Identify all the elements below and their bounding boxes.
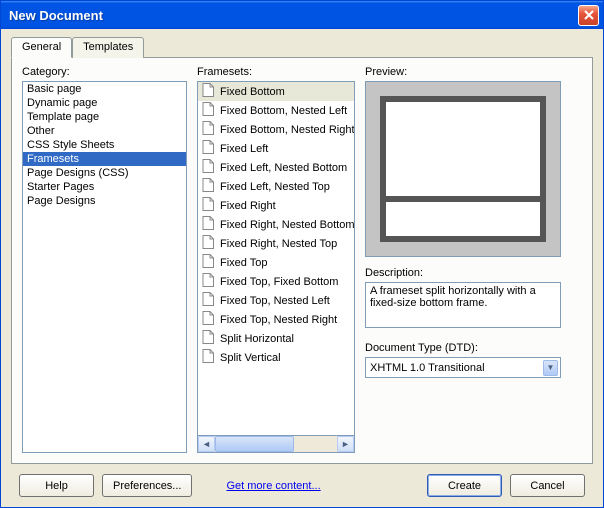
frameset-item-label: Fixed Top, Nested Left <box>220 295 330 307</box>
tab-templates[interactable]: Templates <box>72 37 144 58</box>
frameset-item-label: Fixed Right, Nested Bottom <box>220 219 355 231</box>
preview-top-frame <box>386 102 540 196</box>
frameset-item[interactable]: Fixed Left, Nested Bottom <box>198 158 354 177</box>
framesets-label: Framesets: <box>197 66 355 78</box>
frameset-item[interactable]: Fixed Bottom, Nested Right <box>198 120 354 139</box>
document-icon <box>202 197 214 214</box>
category-item[interactable]: Framesets <box>23 152 186 166</box>
frameset-item[interactable]: Fixed Top, Nested Right <box>198 310 354 329</box>
window-title: New Document <box>9 8 578 23</box>
dialog-footer: Help Preferences... Get more content... … <box>11 464 593 497</box>
frameset-item[interactable]: Fixed Bottom <box>198 82 354 101</box>
new-document-dialog: New Document General Templates Category:… <box>0 0 604 508</box>
preview-bottom-frame <box>386 202 540 236</box>
scroll-left-button[interactable]: ◄ <box>198 436 215 452</box>
document-icon <box>202 311 214 328</box>
document-icon <box>202 292 214 309</box>
frameset-item[interactable]: Fixed Left, Nested Top <box>198 177 354 196</box>
frameset-item[interactable]: Fixed Top, Fixed Bottom <box>198 272 354 291</box>
document-icon <box>202 254 214 271</box>
frameset-item-label: Fixed Left <box>220 143 268 155</box>
cancel-button[interactable]: Cancel <box>510 474 585 497</box>
category-item[interactable]: Template page <box>23 110 186 124</box>
frameset-item-label: Fixed Bottom, Nested Right <box>220 124 355 136</box>
document-icon <box>202 83 214 100</box>
frameset-item[interactable]: Fixed Bottom, Nested Left <box>198 101 354 120</box>
framesets-list[interactable]: Fixed Bottom Fixed Bottom, Nested Left Fix… <box>197 81 355 436</box>
frameset-item-label: Fixed Top, Nested Right <box>220 314 337 326</box>
description-label: Description: <box>365 267 561 279</box>
tab-panel-general: Category: Basic pageDynamic pageTemplate… <box>11 57 593 464</box>
category-column: Category: Basic pageDynamic pageTemplate… <box>22 66 187 453</box>
document-icon <box>202 349 214 366</box>
document-icon <box>202 216 214 233</box>
frameset-item[interactable]: Fixed Right, Nested Bottom <box>198 215 354 234</box>
category-item[interactable]: Page Designs <box>23 194 186 208</box>
dialog-body: General Templates Category: Basic pageDy… <box>1 29 603 507</box>
frameset-item[interactable]: Fixed Right <box>198 196 354 215</box>
frameset-item-label: Split Vertical <box>220 352 281 364</box>
frameset-item-label: Fixed Top, Fixed Bottom <box>220 276 338 288</box>
preview-frameset-icon <box>380 96 546 242</box>
frameset-item-label: Fixed Right, Nested Top <box>220 238 337 250</box>
category-label: Category: <box>22 66 187 78</box>
frameset-item-label: Fixed Right <box>220 200 276 212</box>
document-icon <box>202 235 214 252</box>
frameset-item[interactable]: Fixed Left <box>198 139 354 158</box>
chevron-down-icon: ▼ <box>543 360 558 376</box>
get-more-content-link[interactable]: Get more content... <box>226 480 320 492</box>
preview-column: Preview: Description: A frameset split h… <box>365 66 561 453</box>
preferences-button[interactable]: Preferences... <box>102 474 192 497</box>
frameset-item-label: Split Horizontal <box>220 333 294 345</box>
tab-strip: General Templates <box>11 37 593 58</box>
doctype-label: Document Type (DTD): <box>365 342 561 354</box>
frameset-item[interactable]: Fixed Right, Nested Top <box>198 234 354 253</box>
document-icon <box>202 102 214 119</box>
tab-general[interactable]: General <box>11 37 72 58</box>
frameset-item[interactable]: Split Horizontal <box>198 329 354 348</box>
category-item[interactable]: Basic page <box>23 82 186 96</box>
category-list[interactable]: Basic pageDynamic pageTemplate pageOther… <box>22 81 187 453</box>
category-item[interactable]: CSS Style Sheets <box>23 138 186 152</box>
frameset-item-label: Fixed Top <box>220 257 268 269</box>
doctype-value: XHTML 1.0 Transitional <box>370 362 485 374</box>
category-item[interactable]: Other <box>23 124 186 138</box>
scroll-track[interactable] <box>215 436 337 452</box>
frameset-item[interactable]: Fixed Top <box>198 253 354 272</box>
category-item[interactable]: Page Designs (CSS) <box>23 166 186 180</box>
framesets-box: Fixed Bottom Fixed Bottom, Nested Left Fix… <box>197 81 355 453</box>
document-icon <box>202 159 214 176</box>
preview-label: Preview: <box>365 66 561 78</box>
help-button[interactable]: Help <box>19 474 94 497</box>
create-button[interactable]: Create <box>427 474 502 497</box>
document-icon <box>202 178 214 195</box>
framesets-column: Framesets: Fixed Bottom Fixed Bottom, Nes… <box>197 66 355 453</box>
doctype-select[interactable]: XHTML 1.0 Transitional ▼ <box>365 357 561 378</box>
frameset-item[interactable]: Split Vertical <box>198 348 354 367</box>
document-icon <box>202 121 214 138</box>
frameset-item[interactable]: Fixed Top, Nested Left <box>198 291 354 310</box>
description-text: A frameset split horizontally with a fix… <box>365 282 561 328</box>
document-icon <box>202 330 214 347</box>
category-item[interactable]: Dynamic page <box>23 96 186 110</box>
close-button[interactable] <box>578 5 599 26</box>
document-icon <box>202 140 214 157</box>
frameset-item-label: Fixed Bottom, Nested Left <box>220 105 347 117</box>
scroll-thumb[interactable] <box>215 436 294 452</box>
category-item[interactable]: Starter Pages <box>23 180 186 194</box>
scroll-right-button[interactable]: ► <box>337 436 354 452</box>
document-icon <box>202 273 214 290</box>
preview-box <box>365 81 561 257</box>
close-icon <box>584 10 594 20</box>
frameset-item-label: Fixed Left, Nested Bottom <box>220 162 347 174</box>
frameset-item-label: Fixed Bottom <box>220 86 285 98</box>
frameset-item-label: Fixed Left, Nested Top <box>220 181 330 193</box>
framesets-hscroll[interactable]: ◄ ► <box>197 436 355 453</box>
titlebar: New Document <box>1 1 603 29</box>
